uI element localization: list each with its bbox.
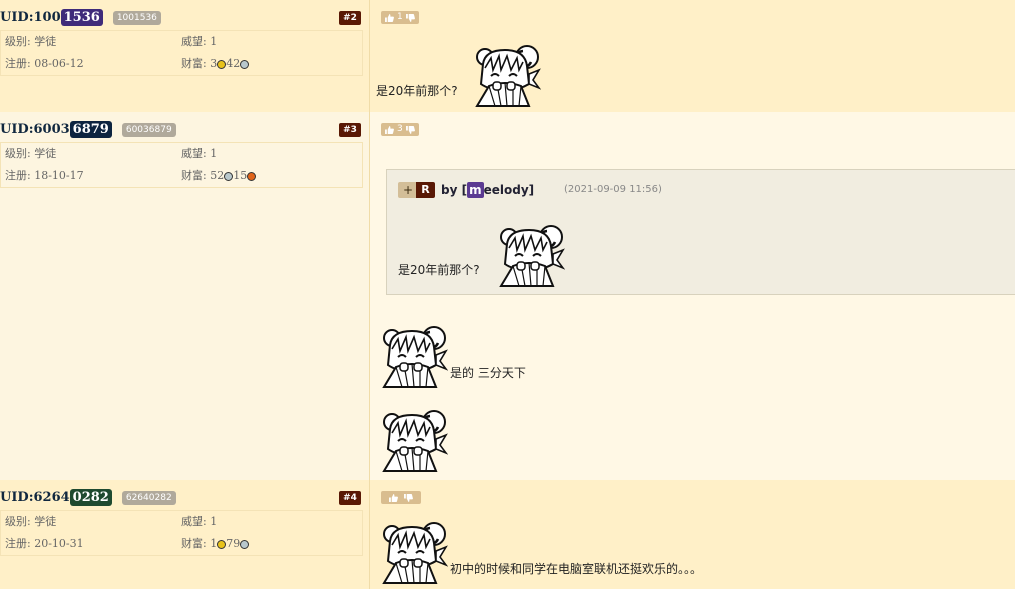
wealth-gold-count: 1 [210, 537, 218, 550]
uid-highlight[interactable]: 0282 [69, 489, 112, 506]
quote-expand-button[interactable]: + [398, 182, 418, 198]
thumbs-down-icon[interactable] [405, 13, 415, 22]
uid-line: UID:6003 6879 60036879 [0, 121, 176, 138]
wealth-label-text: 财富: [181, 537, 211, 550]
uid-prefix: UID:6264 [0, 490, 70, 505]
post-2: UID:100 1536 1001536 #2 级别: 学徒 威望: 1 注册: 0… [0, 0, 1015, 112]
post-text: 是20年前那个? [376, 84, 458, 98]
register-label: 注册: 20-10-31 [5, 537, 84, 550]
wealth-label: 财富: 52 15 [181, 168, 257, 184]
vote-bar: 3 [381, 123, 419, 136]
level-label: 级别: 学徒 [5, 35, 57, 48]
silver-coin-icon [224, 171, 234, 181]
quote-text: 是20年前那个? [398, 263, 480, 277]
post-author-panel: UID:6264 0282 62640282 #4 级别: 学徒 威望: 1 注册:… [0, 480, 370, 589]
register-label: 注册: 08-06-12 [5, 57, 84, 70]
silver-coin-icon [240, 59, 250, 69]
prestige-label: 威望: 1 [181, 515, 218, 528]
sticker-emoticon [495, 224, 565, 288]
post-content: 1 是20年前那个? [370, 0, 1015, 112]
floor-number[interactable]: #3 [339, 123, 361, 137]
uid-tag[interactable]: 62640282 [121, 490, 176, 505]
post-author-panel: UID:6003 6879 60036879 #3 级别: 学徒 威望: 1 注册:… [0, 112, 370, 480]
uid-prefix: UID:6003 [0, 122, 70, 137]
uid-highlight[interactable]: 6879 [69, 121, 112, 138]
wealth-silver-count: 42 [226, 57, 241, 70]
vote-count: 3 [397, 124, 403, 134]
level-label: 级别: 学徒 [5, 515, 57, 528]
post-content: 3 是的 三分天下 [370, 112, 1015, 480]
quote-reply-badge[interactable]: R [416, 182, 435, 198]
quote-date: (2021-09-09 11:56) [564, 184, 662, 195]
post-text: 是的 三分天下 [450, 366, 526, 380]
thumbs-down-icon[interactable] [404, 493, 413, 502]
copper-coin-icon [247, 171, 257, 181]
uid-line: UID:6264 0282 62640282 [0, 489, 176, 506]
level-label: 级别: 学徒 [5, 147, 57, 160]
post-author-panel: UID:100 1536 1001536 #2 级别: 学徒 威望: 1 注册: 0… [0, 0, 370, 112]
quote-by-label: by [ [441, 183, 468, 197]
uid-prefix: UID:100 [0, 10, 61, 25]
wealth-label-text: 财富: [181, 57, 211, 70]
vote-count: 1 [397, 12, 403, 22]
prestige-label: 威望: 1 [181, 147, 218, 160]
thumbs-up-icon[interactable] [385, 125, 394, 134]
quote-author-name: eelody] [483, 183, 535, 197]
vote-bar: 1 [381, 11, 419, 24]
uid-line: UID:100 1536 1001536 [0, 9, 161, 26]
post-content: 初中的时候和同学在电脑室联机还挺欢乐的。。。 [370, 480, 1015, 589]
user-stats: 级别: 学徒 威望: 1 注册: 08-06-12 财富: 3 42 [0, 30, 363, 76]
user-stats: 级别: 学徒 威望: 1 注册: 18-10-17 财富: 52 15 [0, 142, 363, 188]
silver-coin-icon [240, 539, 250, 549]
thumbs-up-icon[interactable] [389, 493, 398, 502]
post-3: UID:6003 6879 60036879 #3 级别: 学徒 威望: 1 注册:… [0, 112, 1015, 480]
wealth-copper-count: 15 [233, 169, 248, 182]
gold-coin-icon [217, 59, 227, 69]
uid-highlight[interactable]: 1536 [60, 9, 103, 26]
thumbs-down-icon[interactable] [405, 125, 415, 134]
sticker-emoticon [378, 325, 448, 389]
sticker-emoticon [378, 521, 448, 585]
wealth-label-text: 财富: [181, 169, 211, 182]
thumbs-up-icon[interactable] [385, 13, 394, 22]
prestige-label: 威望: 1 [181, 35, 218, 48]
quote-author-initial: m [467, 182, 484, 198]
user-stats: 级别: 学徒 威望: 1 注册: 20-10-31 财富: 1 79 [0, 510, 363, 556]
uid-tag[interactable]: 1001536 [112, 10, 161, 25]
post-4: UID:6264 0282 62640282 #4 级别: 学徒 威望: 1 注册:… [0, 480, 1015, 589]
wealth-gold-count: 3 [210, 57, 218, 70]
floor-number[interactable]: #2 [339, 11, 361, 25]
quote-author[interactable]: by [m eelody] [441, 182, 534, 198]
sticker-emoticon [471, 44, 541, 108]
post-text: 初中的时候和同学在电脑室联机还挺欢乐的。。。 [450, 562, 703, 576]
wealth-silver-count: 79 [226, 537, 241, 550]
wealth-label: 财富: 1 79 [181, 536, 250, 552]
wealth-label: 财富: 3 42 [181, 56, 250, 72]
floor-number[interactable]: #4 [339, 491, 361, 505]
wealth-silver-count: 52 [210, 169, 225, 182]
sticker-emoticon [378, 409, 448, 473]
gold-coin-icon [217, 539, 227, 549]
uid-tag[interactable]: 60036879 [121, 122, 176, 137]
vote-bar [381, 491, 421, 504]
quote-block: + R by [m eelody] (2021-09-09 11:56) 是20年… [386, 169, 1015, 295]
register-label: 注册: 18-10-17 [5, 169, 84, 182]
